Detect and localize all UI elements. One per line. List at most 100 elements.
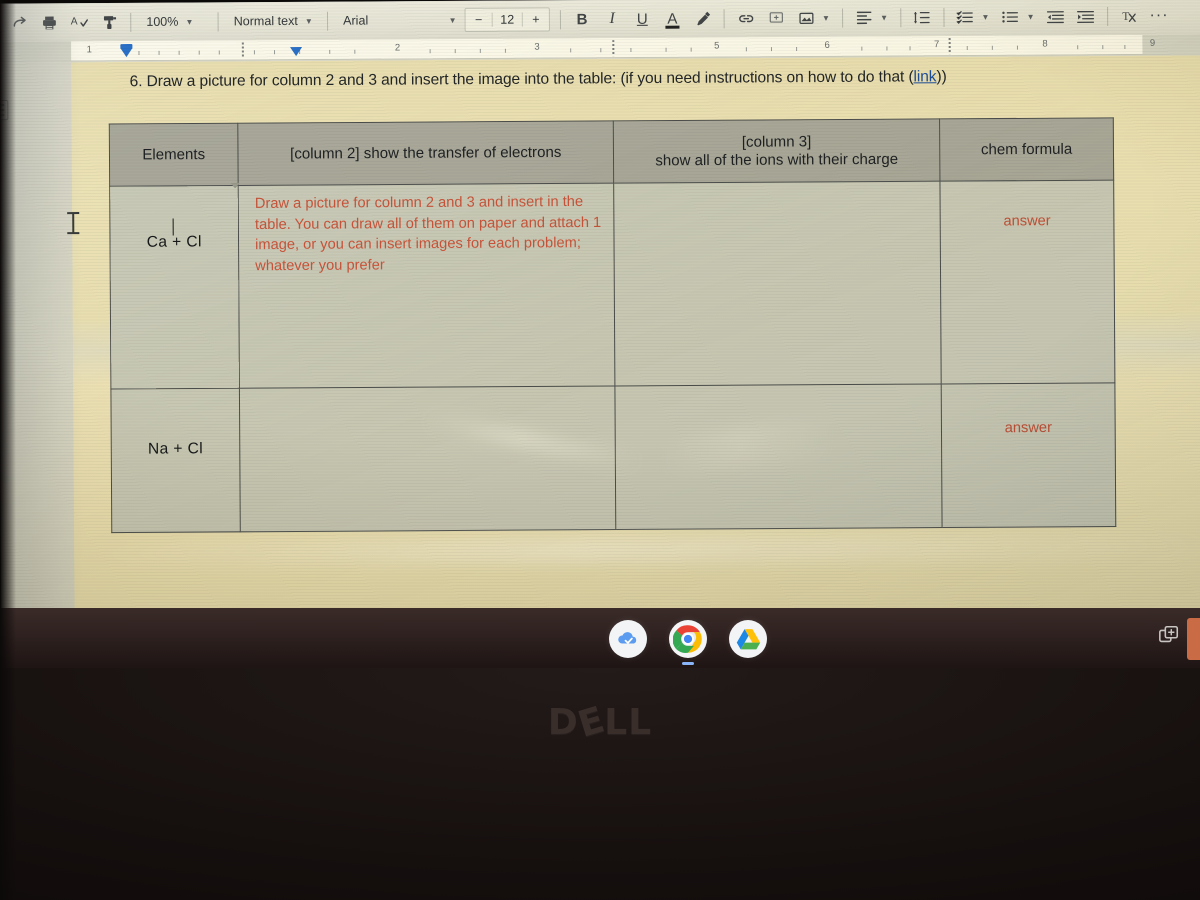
add-comment-icon[interactable]: [761, 4, 791, 32]
table-cell-handle-icon[interactable]: [230, 182, 240, 190]
heading-text-before-link: 6. Draw a picture for column 2 and 3 and…: [129, 68, 914, 91]
header-label: [column 2] show the transfer of electron…: [290, 143, 562, 163]
svg-text:T: T: [1122, 10, 1129, 22]
decrease-indent-icon[interactable]: [1040, 2, 1070, 30]
cell-value-column2: [248, 393, 606, 397]
header-label-line1: [column 3]: [741, 133, 812, 151]
align-icon[interactable]: [849, 3, 879, 31]
paragraph-style-value: Normal text: [233, 13, 298, 29]
table-header-elements[interactable]: Elements: [109, 123, 239, 187]
chevron-down-icon: ▼: [448, 15, 457, 25]
table-header-column3[interactable]: [column 3] show all of the ions with the…: [613, 118, 940, 184]
paragraph-style-selector[interactable]: Normal text ▼: [225, 9, 322, 34]
font-family-selector[interactable]: Arial ▼: [334, 8, 461, 33]
toolbar-divider: [1106, 6, 1108, 26]
ruler-number: 6: [824, 39, 830, 51]
font-size-stepper[interactable]: − 12 +: [464, 7, 550, 32]
chevron-down-icon[interactable]: ▼: [880, 13, 888, 22]
right-indent-marker[interactable]: [290, 47, 303, 57]
toolbar-divider: [130, 12, 132, 32]
highlight-color-icon[interactable]: [687, 4, 717, 32]
cell-value-chem-formula: answer: [1003, 213, 1051, 230]
docs-application-window: A 100% ▼ Normal text ▼ Arial ▼ − 12 + B …: [0, 0, 1200, 619]
header-label-line2: show all of the ions with their charge: [655, 150, 899, 169]
photo-left-shadow: [0, 0, 16, 900]
clear-formatting-icon[interactable]: T: [1114, 2, 1144, 30]
increase-indent-icon[interactable]: [1071, 2, 1101, 30]
table-header-chem-formula[interactable]: chem formula: [939, 117, 1114, 182]
chevron-down-icon: ▼: [304, 16, 313, 26]
cell-column2-row1[interactable]: Draw a picture for column 2 and 3 and in…: [238, 183, 615, 389]
worksheet-table[interactable]: Elements [column 2] show the transfer of…: [109, 117, 1116, 533]
chevron-down-icon: ▼: [185, 17, 194, 27]
spelling-check-icon[interactable]: A: [64, 8, 94, 36]
chromeos-shelf: [0, 608, 1200, 670]
table-row: Na + Cl answer: [110, 382, 1116, 533]
files-app-icon[interactable]: [609, 620, 647, 658]
cell-chem-formula-row1[interactable]: answer: [939, 180, 1115, 384]
left-indent-marker[interactable]: [120, 48, 133, 58]
heading-text-after-link: )): [936, 68, 947, 86]
instructions-link[interactable]: link: [913, 68, 936, 85]
cell-value-column3: [622, 188, 931, 192]
cell-chem-formula-row2[interactable]: answer: [941, 382, 1116, 528]
header-label: Elements: [142, 145, 206, 164]
zoom-value: 100%: [146, 14, 179, 29]
ruler-number: 8: [1042, 38, 1048, 50]
ruler-tab-stop[interactable]: [612, 40, 615, 57]
shelf-tray: [1154, 620, 1184, 650]
shelf-icon-row: [0, 608, 1200, 670]
text-color-button[interactable]: A: [657, 4, 687, 32]
ruler-number: 5: [714, 40, 720, 52]
ruler-tab-stop[interactable]: [241, 42, 244, 59]
italic-button[interactable]: I: [597, 5, 627, 33]
header-label: chem formula: [980, 140, 1073, 158]
table-row: Ca + Cl Draw a picture for column 2 and …: [109, 180, 1115, 390]
toolbar-divider: [326, 11, 329, 31]
font-size-input[interactable]: 12: [491, 12, 523, 27]
cell-value-elements-text: Na + Cl: [147, 440, 204, 458]
print-icon[interactable]: [34, 8, 64, 36]
ruler-number: 2: [394, 42, 401, 54]
cell-elements-row2[interactable]: Na + Cl: [110, 388, 241, 533]
ruler-number: 7: [933, 39, 940, 51]
paint-format-icon[interactable]: [94, 8, 124, 36]
toolbar-divider: [723, 8, 725, 28]
cell-column2-row2[interactable]: [239, 385, 616, 532]
google-drive-icon[interactable]: [729, 620, 767, 658]
toolbar-divider: [559, 9, 562, 29]
ruler-tab-stop[interactable]: [948, 38, 951, 55]
cell-elements-row1[interactable]: Ca + Cl: [109, 182, 240, 390]
zoom-selector[interactable]: 100% ▼: [137, 9, 211, 34]
cell-value-elements-text: Ca + Cl: [146, 233, 202, 251]
font-size-increase-button[interactable]: +: [523, 12, 549, 26]
table-header-column2[interactable]: [column 2] show the transfer of electron…: [237, 120, 614, 186]
chevron-down-icon[interactable]: ▼: [1027, 12, 1035, 21]
toolbar-divider: [841, 8, 844, 28]
insert-link-icon[interactable]: [731, 4, 761, 32]
font-size-decrease-button[interactable]: −: [466, 13, 492, 27]
chrome-active-indicator: [682, 662, 694, 665]
insert-image-icon[interactable]: [791, 4, 821, 32]
toolbar-divider: [900, 7, 902, 27]
chevron-down-icon[interactable]: ▼: [981, 12, 989, 21]
dell-brand-logo: DELL: [547, 699, 653, 746]
more-options-icon[interactable]: ···: [1144, 2, 1174, 30]
new-window-icon[interactable]: [1154, 620, 1184, 650]
chrome-browser-icon[interactable]: [669, 620, 707, 658]
toolbar-divider: [217, 11, 219, 31]
checklist-icon[interactable]: [950, 3, 980, 31]
document-page[interactable]: 6. Draw a picture for column 2 and 3 and…: [71, 55, 1200, 618]
cell-column3-row2[interactable]: [614, 383, 943, 530]
ruler-number: 1: [86, 44, 92, 56]
underline-button[interactable]: U: [627, 5, 657, 33]
table-header-row: Elements [column 2] show the transfer of…: [109, 117, 1114, 187]
cell-value-chem-formula: answer: [1004, 419, 1052, 437]
bold-button[interactable]: B: [567, 5, 597, 33]
line-spacing-icon[interactable]: [907, 3, 937, 31]
svg-text:A: A: [70, 16, 77, 27]
cell-column3-row1[interactable]: [613, 181, 942, 386]
font-family-value: Arial: [343, 13, 369, 28]
chevron-down-icon[interactable]: ▼: [822, 13, 830, 22]
bulleted-list-icon[interactable]: [995, 2, 1025, 30]
